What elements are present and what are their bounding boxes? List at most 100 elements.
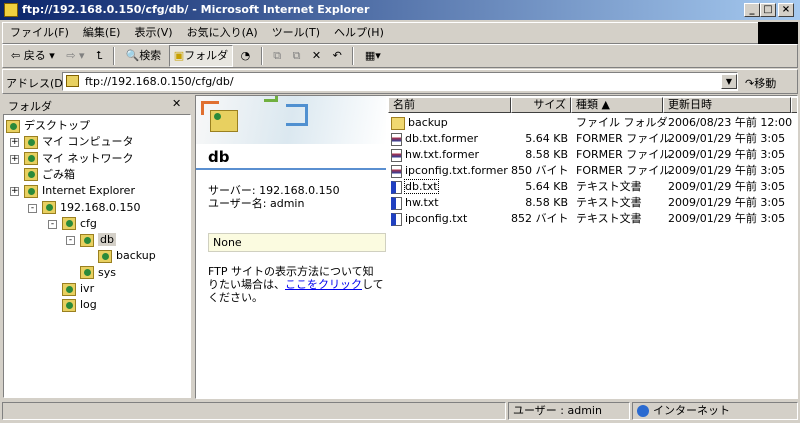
text-file-icon: [391, 212, 402, 226]
folder-icon: [42, 201, 56, 214]
tree-item[interactable]: backup: [98, 248, 156, 264]
expand-toggle[interactable]: +: [10, 187, 19, 197]
menu-item[interactable]: ファイル(F): [3, 23, 76, 43]
tree-item[interactable]: ivr: [62, 281, 94, 297]
file-name: hw.txt.former: [405, 148, 480, 161]
file-date: 2009/01/29 午前 3:05: [668, 148, 786, 161]
search-icon: 🔍: [125, 49, 140, 62]
content-pane: db サーバー: 192.168.0.150 ユーザー名: admin None…: [195, 95, 798, 399]
delete-button[interactable]: ✕: [308, 45, 325, 67]
tree-item-label: Internet Explorer: [42, 184, 135, 198]
expand-toggle[interactable]: +: [10, 154, 19, 164]
file-type: ファイル フォルダ: [576, 116, 668, 129]
file-row[interactable]: backup: [391, 115, 448, 131]
file-date: 2009/01/29 午前 3:05: [668, 132, 786, 145]
tree-item[interactable]: sys: [80, 265, 116, 281]
file-type: テキスト文書: [576, 212, 642, 225]
column-header-name[interactable]: 名前: [388, 97, 511, 113]
file-date: 2009/01/29 午前 3:05: [668, 180, 786, 193]
file-size: 8.58 KB: [525, 196, 568, 209]
address-input[interactable]: ftp://192.168.0.150/cfg/db/: [62, 72, 738, 91]
column-header-size[interactable]: サイズ: [511, 97, 571, 113]
window-title: ftp://192.168.0.150/cfg/db/ - Microsoft …: [22, 3, 370, 16]
forward-button[interactable]: ⇨ ▾: [62, 45, 88, 67]
tree-item[interactable]: log: [62, 297, 97, 313]
file-type: FORMER ファイル: [576, 132, 671, 145]
file-row[interactable]: db.txt: [391, 179, 439, 195]
menu-bar: ファイル(F) 編集(E) 表示(V) お気に入り(A) ツール(T) ヘルプ(H): [2, 22, 798, 44]
minimize-button[interactable]: _: [744, 3, 760, 17]
folder-icon: ▣: [173, 49, 185, 62]
tree-item[interactable]: マイ コンピュータ: [24, 134, 134, 150]
ftp-folder-large-icon: [210, 110, 238, 132]
status-bar: ユーザー : admin インターネット: [2, 402, 798, 421]
file-size: 852 バイト: [511, 212, 569, 225]
tree-item-label: db: [98, 233, 116, 247]
expand-toggle[interactable]: -: [66, 236, 75, 246]
expand-toggle[interactable]: -: [28, 203, 37, 213]
file-row[interactable]: db.txt.former: [391, 131, 478, 147]
address-dropdown-button[interactable]: ▼: [721, 74, 737, 89]
folder-tree[interactable]: デスクトップマイ コンピュータ + マイ ネットワーク + ごみ箱 Internet Ex…: [3, 114, 191, 398]
help-link[interactable]: ここをクリック: [285, 278, 362, 291]
copy-to-button[interactable]: ⧉: [289, 45, 305, 67]
file-name: db.txt: [404, 179, 439, 194]
help-text: FTP サイトの表示方法について知りたい場合は、ここをクリックしてください。: [208, 265, 384, 304]
tree-item[interactable]: 192.168.0.150: [42, 200, 140, 216]
tree-item[interactable]: ごみ箱: [24, 167, 75, 183]
tree-item-label: sys: [98, 265, 116, 279]
folder-icon: [24, 152, 38, 166]
text-file-icon: [391, 196, 402, 210]
history-button[interactable]: ◔: [237, 45, 255, 67]
menu-item[interactable]: ツール(T): [265, 23, 327, 43]
expand-toggle[interactable]: -: [48, 219, 57, 229]
tree-item[interactable]: デスクトップ: [6, 118, 90, 134]
file-row[interactable]: ipconfig.txt.former: [391, 163, 508, 179]
undo-button[interactable]: ↶: [329, 45, 346, 67]
folders-button[interactable]: ▣フォルダ: [168, 45, 234, 67]
column-header-type[interactable]: 種類 ▲: [571, 97, 663, 113]
folder-icon: [80, 233, 94, 247]
folders-label: フォルダ: [184, 49, 229, 62]
status-user: ユーザー : admin: [508, 402, 630, 420]
move-to-button[interactable]: ⧉: [269, 45, 285, 67]
tree-item-label: デスクトップ: [24, 119, 90, 132]
folder-icon: [6, 119, 20, 133]
tree-item-label: 192.168.0.150: [60, 200, 141, 214]
tree-item[interactable]: db: [80, 232, 116, 248]
file-size: 5.64 KB: [525, 132, 568, 145]
separator: [112, 47, 115, 65]
menu-item[interactable]: 編集(E): [76, 23, 128, 43]
address-label: アドレス(D): [6, 77, 68, 90]
folder-icon: [24, 135, 38, 149]
up-folder-button[interactable]: ⮤: [92, 45, 107, 67]
file-row[interactable]: hw.txt.former: [391, 147, 479, 163]
search-button[interactable]: 🔍検索: [121, 45, 165, 67]
status-zone: インターネット: [632, 402, 798, 420]
file-size: [511, 115, 568, 131]
divider: [196, 168, 386, 170]
tree-item[interactable]: cfg: [62, 216, 97, 232]
file-name: ipconfig.txt: [405, 212, 468, 225]
expand-toggle[interactable]: +: [10, 138, 19, 148]
maximize-button[interactable]: □: [760, 3, 776, 17]
column-header-date[interactable]: 更新日時: [663, 97, 791, 113]
menu-item[interactable]: ヘルプ(H): [327, 23, 391, 43]
views-button[interactable]: ▦▾: [361, 45, 385, 67]
folder-pane-close-button[interactable]: ✕: [172, 97, 181, 110]
menu-item[interactable]: お気に入り(A): [180, 23, 265, 43]
go-button[interactable]: ↷移動: [745, 75, 776, 91]
file-row[interactable]: ipconfig.txt: [391, 211, 467, 227]
folder-icon: [80, 266, 94, 280]
file-row[interactable]: hw.txt: [391, 195, 439, 211]
file-icon: [391, 164, 402, 178]
search-label: 検索: [139, 49, 162, 62]
file-date: 2009/01/29 午前 3:05: [668, 212, 786, 225]
column-header-filler: [791, 97, 797, 113]
close-button[interactable]: ×: [778, 3, 794, 17]
tree-item-label: cfg: [80, 216, 97, 230]
menu-item[interactable]: 表示(V): [127, 23, 179, 43]
tree-item[interactable]: マイ ネットワーク: [24, 151, 134, 167]
back-button[interactable]: ⇦ 戻る ▾: [7, 45, 59, 67]
tree-item[interactable]: Internet Explorer: [24, 183, 135, 199]
